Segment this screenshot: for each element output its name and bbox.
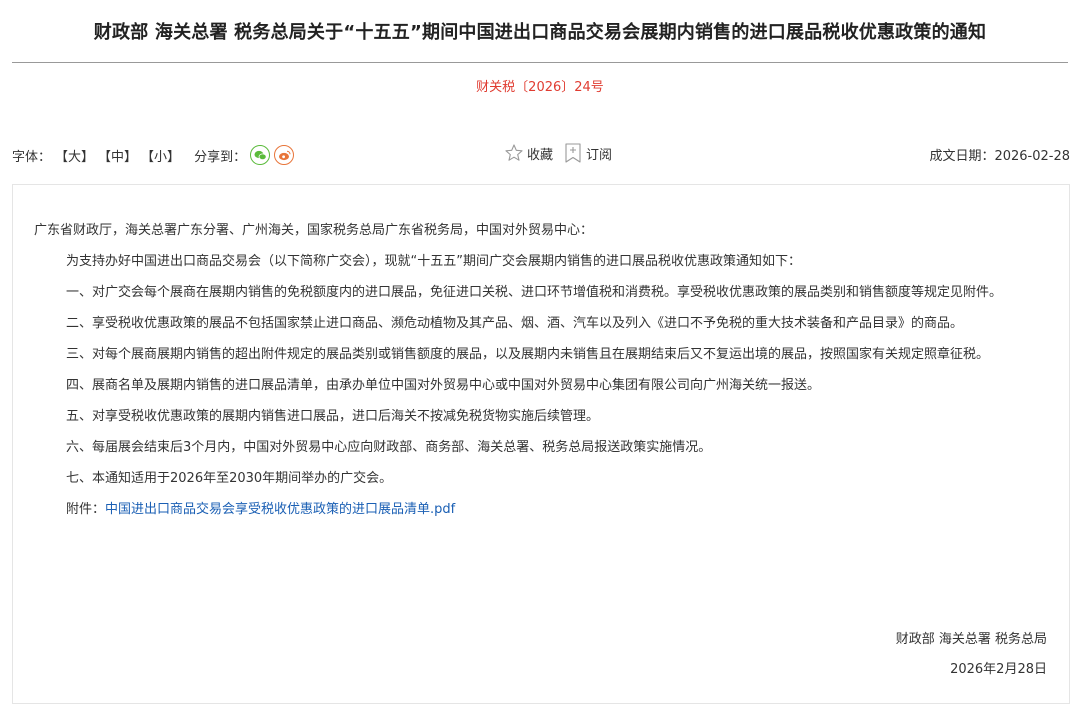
- favorite-label: 收藏: [527, 147, 554, 163]
- star-icon: [505, 144, 523, 161]
- attachment: 附件：中国进出口商品交易会享受税收优惠政策的进口展品清单.pdf: [34, 494, 1049, 525]
- paragraph-4: 四、展商名单及展期内销售的进口展品清单，由承办单位中国对外贸易中心或中国对外贸易…: [66, 378, 821, 393]
- attachment-label: 附件：: [66, 502, 106, 517]
- attachment-link[interactable]: 中国进出口商品交易会享受税收优惠政策的进口展品清单.pdf: [105, 502, 455, 517]
- addressee: 广东省财政厅，海关总署广东分署、广州海关，国家税务总局广东省税务局，中国对外贸易…: [34, 223, 594, 238]
- page-title: 财政部 海关总署 税务总局关于“十五五”期间中国进出口商品交易会展期内销售的进口…: [93, 22, 987, 43]
- issuing-departments: 财政部 海关总署 税务总局: [895, 632, 1047, 647]
- bookmark-plus-icon: [565, 143, 581, 163]
- font-size-label: 字体：: [12, 149, 52, 165]
- font-small-button[interactable]: 【小】: [141, 146, 180, 165]
- wechat-share-icon[interactable]: [250, 145, 271, 165]
- favorite-button[interactable]: 收藏: [504, 143, 553, 163]
- weibo-share-icon[interactable]: [274, 145, 295, 165]
- paragraph-2: 二、享受税收优惠政策的展品不包括国家禁止进口商品、濒危动植物及其产品、烟、酒、汽…: [66, 316, 964, 331]
- title-divider: [12, 62, 1068, 63]
- share-label: 分享到：: [194, 149, 247, 165]
- paragraph-6: 六、每届展会结束后3个月内，中国对外贸易中心应向财政部、商务部、海关总署、税务总…: [66, 440, 712, 455]
- font-medium-button[interactable]: 【中】: [98, 146, 137, 165]
- article-body: 广东省财政厅，海关总署广东分署、广州海关，国家税务总局广东省税务局，中国对外贸易…: [12, 184, 1070, 704]
- font-large-button[interactable]: 【大】: [55, 146, 94, 165]
- paragraph-3: 三、对每个展商展期内销售的超出附件规定的展品类别或销售额度的展品，以及展期内未销…: [66, 347, 990, 362]
- paragraph-1: 一、对广交会每个展商在展期内销售的免税额度内的进口展品，免征进口关税、进口环节增…: [66, 285, 1003, 300]
- subscribe-label: 订阅: [586, 147, 613, 163]
- font-size-controls: 字体： 【大】 【中】 【小】 分享到：: [12, 145, 298, 165]
- paragraph-7: 七、本通知适用于2026年至2030年期间举办的广交会。: [66, 471, 393, 486]
- document-date: 成文日期：2026-02-28: [929, 149, 1070, 164]
- signature-date: 2026年2月28日: [950, 662, 1047, 677]
- document-number: 财关税〔2026〕24号: [476, 80, 604, 95]
- signature-block: 财政部 海关总署 税务总局 2026年2月28日: [896, 625, 1047, 685]
- paragraph-5: 五、对享受税收优惠政策的展期内销售进口展品，进口后海关不按减免税货物实施后续管理…: [66, 409, 600, 424]
- paragraph-intro: 为支持办好中国进出口商品交易会（以下简称广交会），现就“十五五”期间广交会展期内…: [66, 254, 801, 269]
- subscribe-button[interactable]: 订阅: [563, 142, 612, 164]
- toolbar: 字体： 【大】 【中】 【小】 分享到： 收藏 订阅 成文日期：2026-02-…: [12, 142, 1070, 166]
- article-actions: 收藏 订阅: [504, 142, 622, 164]
